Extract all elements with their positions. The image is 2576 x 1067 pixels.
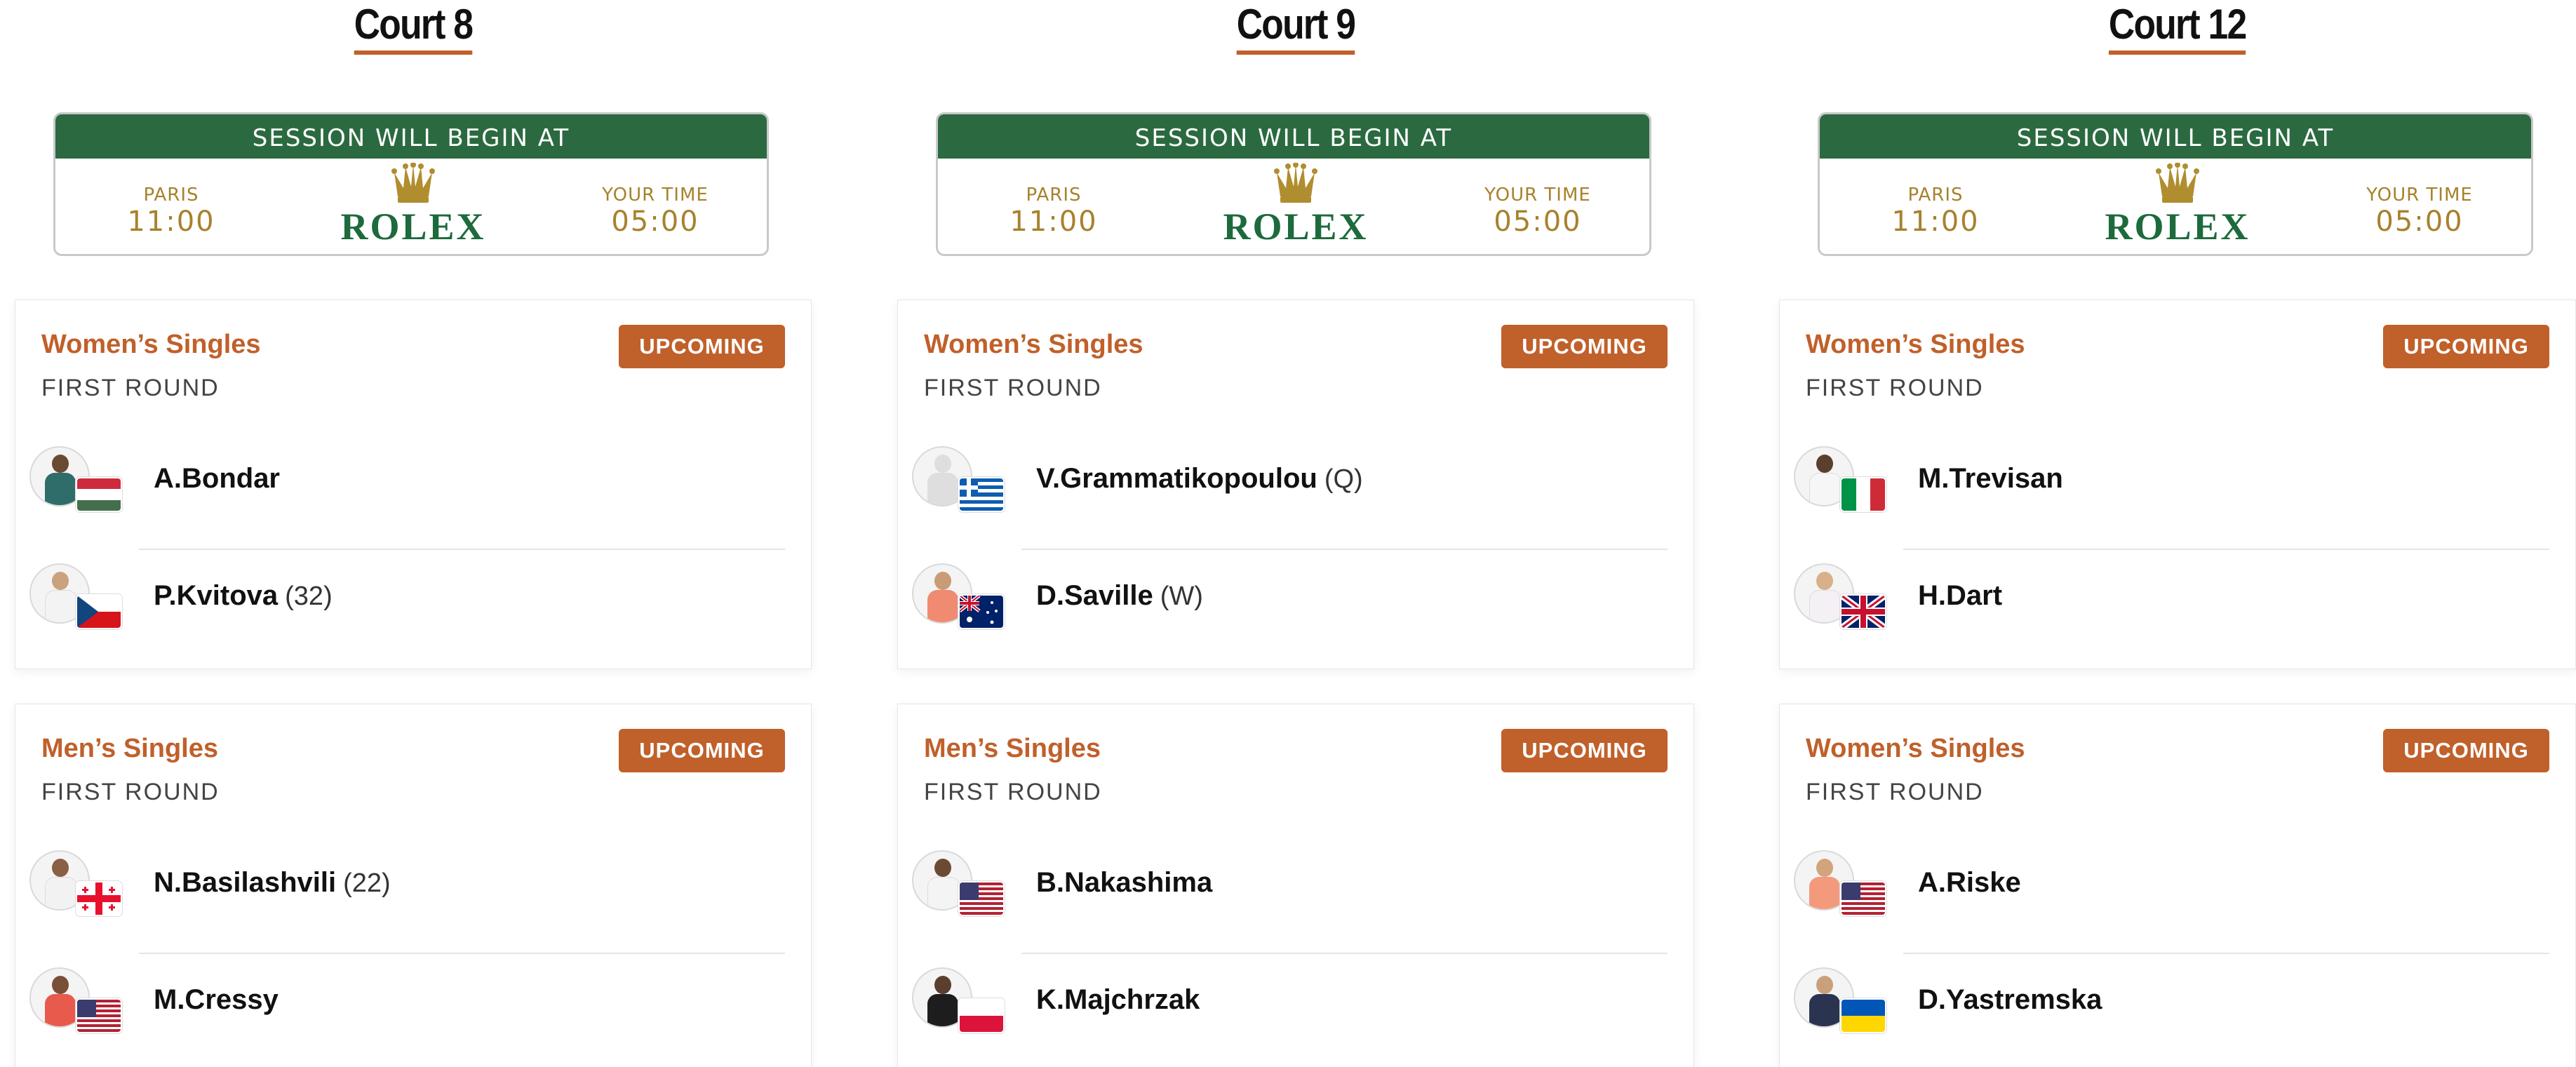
event-name: Men’s Singles	[924, 734, 1101, 763]
session-panel: SESSION WILL BEGIN AT PARIS 11:00 ROLEX …	[1818, 112, 2533, 256]
paris-time: PARIS 11:00	[1009, 184, 1098, 238]
status-badge: UPCOMING	[2383, 325, 2549, 368]
player-name[interactable]: M.Cressy	[154, 984, 286, 1016]
round-name: FIRST ROUND	[41, 375, 220, 401]
match-card[interactable]: Women’s Singles FIRST ROUND UPCOMING A.B…	[15, 300, 812, 669]
match-card[interactable]: Women’s Singles FIRST ROUND UPCOMING M.T…	[1779, 300, 2576, 669]
player-row[interactable]: K.Majchrzak	[912, 962, 1670, 1039]
round-name: FIRST ROUND	[924, 375, 1102, 401]
player-name[interactable]: D.Saville (W)	[1036, 580, 1203, 612]
usa-flag-icon	[958, 881, 1005, 916]
event-name: Men’s Singles	[41, 734, 218, 763]
court-title: Court 12	[1779, 0, 2576, 55]
player-row[interactable]: A.Bondar	[29, 441, 787, 518]
rolex-logo: ROLEX	[308, 163, 518, 246]
player-row[interactable]: B.Nakashima	[912, 845, 1670, 922]
round-name: FIRST ROUND	[1806, 375, 1984, 401]
divider	[1021, 953, 1668, 954]
event-name: Women’s Singles	[41, 330, 261, 359]
divider	[1021, 549, 1668, 550]
player-row[interactable]: H.Dart	[1794, 558, 2551, 635]
session-header: SESSION WILL BEGIN AT	[55, 114, 767, 159]
rolex-logo: ROLEX	[1190, 163, 1401, 246]
player-name[interactable]: N.Basilashvili (22)	[154, 867, 391, 899]
australia-flag-icon	[958, 594, 1005, 629]
status-badge: UPCOMING	[619, 729, 785, 772]
usa-flag-icon	[76, 998, 122, 1033]
status-badge: UPCOMING	[2383, 729, 2549, 772]
player-row[interactable]: M.Cressy	[29, 962, 787, 1039]
court-column: Court 8 SESSION WILL BEGIN AT PARIS 11:0…	[15, 0, 812, 1067]
session-panel: SESSION WILL BEGIN AT PARIS 11:00 ROLEX …	[936, 112, 1651, 256]
paris-time: PARIS 11:00	[127, 184, 215, 238]
player-name[interactable]: A.Riske	[1918, 867, 2028, 899]
your-time: YOUR TIME 05:00	[602, 184, 709, 238]
uk-flag-icon	[1840, 594, 1886, 629]
player-name[interactable]: A.Bondar	[154, 463, 287, 495]
divider	[1903, 953, 2549, 954]
court-column: Court 9 SESSION WILL BEGIN AT PARIS 11:0…	[897, 0, 1694, 1067]
player-name[interactable]: V.Grammatikopoulou (Q)	[1036, 463, 1363, 495]
status-badge: UPCOMING	[1501, 325, 1668, 368]
court-title: Court 9	[897, 0, 1694, 55]
match-card[interactable]: Women’s Singles FIRST ROUND UPCOMING A.R…	[1779, 704, 2576, 1067]
player-row[interactable]: M.Trevisan	[1794, 441, 2551, 518]
usa-flag-icon	[1840, 881, 1886, 916]
ukraine-flag-icon	[1840, 998, 1886, 1033]
player-row[interactable]: D.Yastremska	[1794, 962, 2551, 1039]
status-badge: UPCOMING	[1501, 729, 1668, 772]
crown-icon	[2156, 163, 2199, 203]
georgia-flag-icon	[76, 881, 122, 916]
player-name[interactable]: P.Kvitova (32)	[154, 580, 333, 612]
match-card[interactable]: Men’s Singles FIRST ROUND UPCOMING N.Bas…	[15, 704, 812, 1067]
czech-flag-icon	[76, 594, 122, 629]
poland-flag-icon	[958, 998, 1005, 1033]
court-column: Court 12 SESSION WILL BEGIN AT PARIS 11:…	[1779, 0, 2576, 1067]
divider	[139, 953, 785, 954]
your-time: YOUR TIME 05:00	[2366, 184, 2473, 238]
hungary-flag-icon	[76, 477, 122, 512]
player-row[interactable]: D.Saville (W)	[912, 558, 1670, 635]
order-of-play: Court 8 SESSION WILL BEGIN AT PARIS 11:0…	[0, 0, 2576, 1067]
player-name[interactable]: K.Majchrzak	[1036, 984, 1207, 1016]
divider	[139, 549, 785, 550]
player-name[interactable]: M.Trevisan	[1918, 463, 2070, 495]
event-name: Women’s Singles	[1806, 330, 2025, 359]
crown-icon	[1274, 163, 1317, 203]
rolex-logo: ROLEX	[2072, 163, 2283, 246]
session-panel: SESSION WILL BEGIN AT PARIS 11:00 ROLEX …	[53, 112, 769, 256]
divider	[1903, 549, 2549, 550]
player-row[interactable]: A.Riske	[1794, 845, 2551, 922]
status-badge: UPCOMING	[619, 325, 785, 368]
crown-icon	[391, 163, 435, 203]
round-name: FIRST ROUND	[924, 779, 1102, 805]
event-name: Women’s Singles	[924, 330, 1143, 359]
player-name[interactable]: B.Nakashima	[1036, 867, 1219, 899]
round-name: FIRST ROUND	[41, 779, 220, 805]
paris-time: PARIS 11:00	[1891, 184, 1980, 238]
session-header: SESSION WILL BEGIN AT	[1820, 114, 2531, 159]
player-name[interactable]: D.Yastremska	[1918, 984, 2109, 1016]
court-title: Court 8	[15, 0, 812, 55]
round-name: FIRST ROUND	[1806, 779, 1984, 805]
player-name[interactable]: H.Dart	[1918, 580, 2009, 612]
greece-flag-icon	[958, 477, 1005, 512]
session-header: SESSION WILL BEGIN AT	[938, 114, 1649, 159]
your-time: YOUR TIME 05:00	[1484, 184, 1591, 238]
player-row[interactable]: V.Grammatikopoulou (Q)	[912, 441, 1670, 518]
player-row[interactable]: P.Kvitova (32)	[29, 558, 787, 635]
event-name: Women’s Singles	[1806, 734, 2025, 763]
italy-flag-icon	[1840, 477, 1886, 512]
player-row[interactable]: N.Basilashvili (22)	[29, 845, 787, 922]
match-card[interactable]: Men’s Singles FIRST ROUND UPCOMING B.Nak…	[897, 704, 1694, 1067]
match-card[interactable]: Women’s Singles FIRST ROUND UPCOMING V.G…	[897, 300, 1694, 669]
